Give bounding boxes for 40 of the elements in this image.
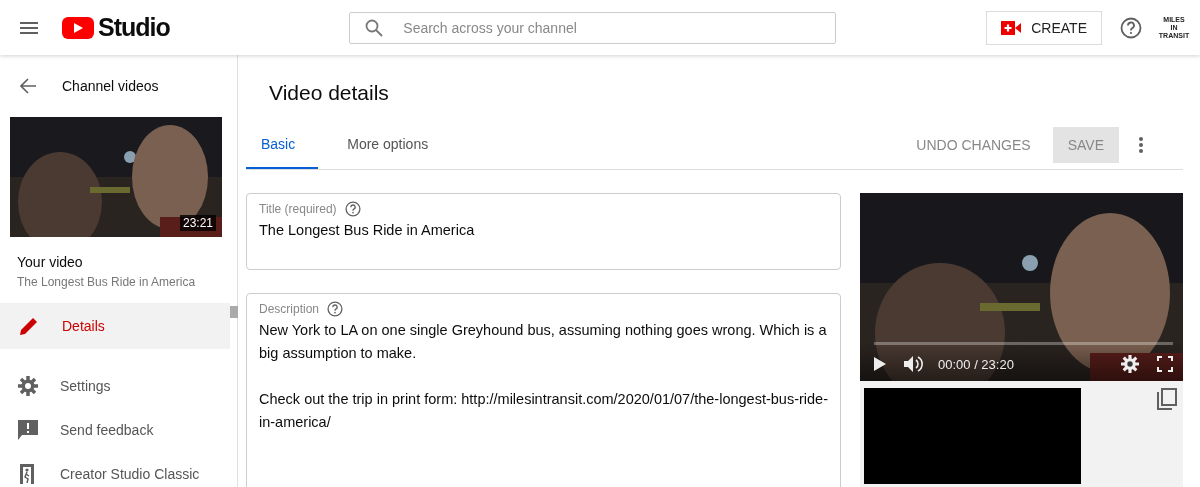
field-value: New York to LA on one single Greyhound bus, assuming nothing goes wrong. Which is a big assumption to make. Check out the trip in print form: http://milesintransit.com/2020/01/07/the-longest-bus-ride-in-america/ [259, 321, 828, 432]
nav-item[interactable]: Send feedback [0, 408, 230, 452]
help-icon[interactable] [327, 301, 344, 317]
back-link[interactable]: Channel videos [62, 78, 159, 94]
duration-badge: 23:21 [179, 215, 216, 231]
scrollbar-thumb[interactable] [230, 306, 238, 318]
nav-item[interactable]: Creator Studio Classic [0, 452, 230, 487]
logo-text: Studio [98, 13, 170, 42]
gear-icon [18, 376, 38, 396]
copy-icon[interactable] [1157, 388, 1177, 410]
gear-icon[interactable] [1121, 355, 1139, 373]
search-field[interactable]: Search across your channel [349, 11, 837, 44]
page-title: Video details [269, 81, 390, 106]
play-icon[interactable] [874, 357, 886, 371]
tab[interactable]: Basic [246, 121, 319, 169]
field-label: Description [259, 302, 320, 316]
text-field[interactable]: Title (required) The Longest Bus Ride in America [246, 193, 841, 270]
play-logo-icon [62, 16, 94, 39]
more-options-icon[interactable] [1139, 137, 1143, 153]
video-title: The Longest Bus Ride in America [17, 275, 197, 289]
menu-icon[interactable] [20, 21, 38, 34]
help-icon[interactable] [1120, 16, 1142, 39]
feedback-icon [18, 420, 38, 440]
field-value: The Longest Bus Ride in America [259, 221, 476, 240]
undo-changes-button[interactable]: UNDO CHANGES [910, 136, 1037, 154]
text-field[interactable] [246, 293, 841, 487]
nav-item[interactable]: Details [0, 303, 230, 349]
tab[interactable]: More options [332, 121, 452, 169]
nav-item[interactable]: Settings [0, 364, 230, 408]
fullscreen-icon[interactable] [1157, 356, 1173, 372]
create-button[interactable]: CREATE [986, 10, 1102, 45]
your-video-label: Your video [17, 254, 84, 270]
search-icon [365, 18, 384, 37]
pencil-icon [18, 315, 40, 337]
video-camera-icon [1001, 20, 1022, 35]
help-icon[interactable] [344, 201, 361, 217]
back-arrow-icon[interactable] [20, 78, 36, 94]
playback-time: 00:00 / 23:20 [938, 356, 1014, 372]
field-label: Title (required) [259, 202, 337, 216]
volume-icon[interactable] [904, 356, 924, 372]
